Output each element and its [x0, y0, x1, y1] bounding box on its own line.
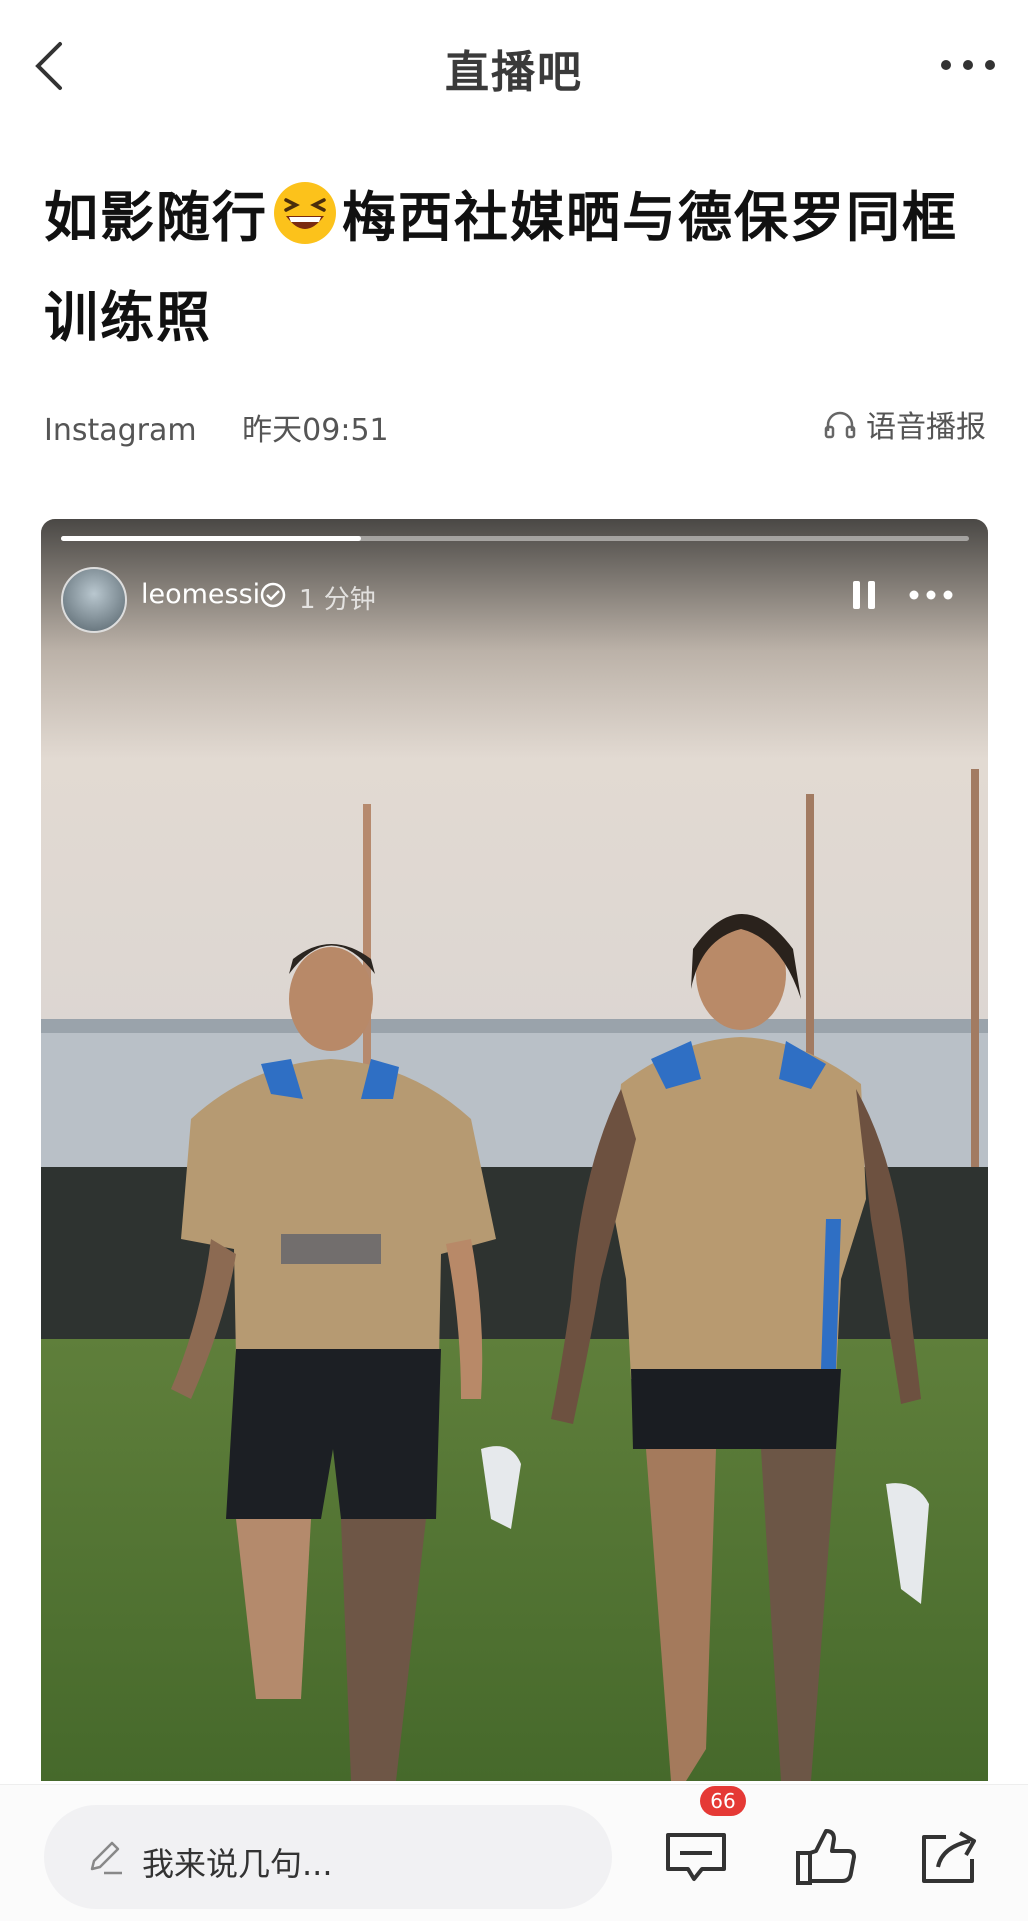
title-part-1: 如影随行	[44, 186, 268, 249]
publish-time: 昨天09:51	[242, 413, 389, 448]
headphones-icon	[824, 411, 856, 439]
voice-broadcast-button[interactable]: 语音播报	[824, 402, 986, 446]
comment-count-badge: 66	[700, 1786, 746, 1816]
story-more-icon[interactable]	[907, 585, 955, 605]
pencil-icon	[90, 1841, 122, 1875]
laughing-face-emoji-icon	[274, 182, 336, 244]
bottom-action-bar: 我来说几句...	[0, 1784, 1028, 1921]
app-title: 直播吧	[445, 47, 583, 98]
top-nav-bar: 直播吧	[0, 0, 1028, 130]
pause-icon[interactable]	[849, 577, 879, 613]
like-thumb-icon[interactable]	[794, 1827, 858, 1887]
comment-placeholder: 我来说几句...	[142, 1845, 333, 1883]
story-progress-bar	[61, 536, 969, 541]
article-meta: Instagram 昨天09:51	[44, 405, 425, 449]
comment-icon[interactable]	[664, 1827, 728, 1887]
story-progress-fill	[61, 536, 361, 541]
avatar[interactable]	[61, 567, 127, 633]
article-title: 如影随行 梅西社媒晒与德保罗同框训练照	[44, 168, 994, 368]
story-time: 1 分钟	[299, 585, 376, 615]
more-options-icon[interactable]	[938, 48, 998, 82]
source-label: Instagram	[44, 413, 197, 448]
story-header-shade	[41, 519, 988, 759]
comment-input[interactable]: 我来说几句...	[44, 1805, 612, 1909]
story-username[interactable]: leomessi	[141, 579, 260, 610]
voice-broadcast-label: 语音播报	[866, 410, 986, 445]
share-icon[interactable]	[918, 1827, 982, 1887]
verified-badge-icon	[260, 582, 286, 608]
instagram-story-image[interactable]: leomessi 1 分钟	[41, 519, 988, 1781]
